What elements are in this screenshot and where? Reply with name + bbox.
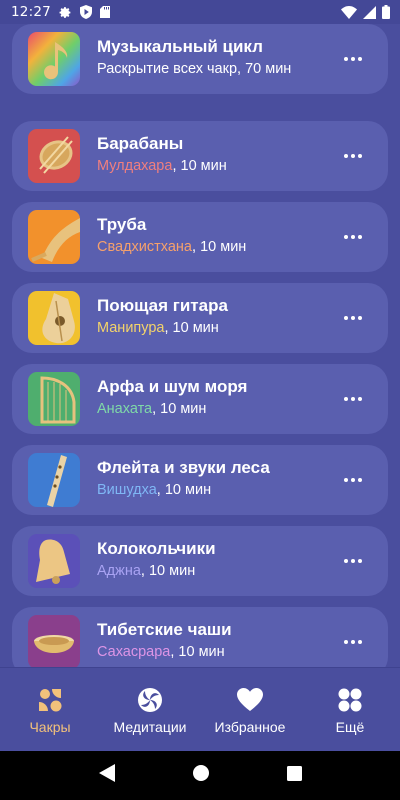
track-chakra: Аджна [97, 563, 141, 579]
more-options-icon[interactable] [340, 469, 366, 491]
bottom-navigation: Чакры Медитации Избранное Ещё [0, 667, 400, 751]
track-card-music-cycle[interactable]: Музыкальный цикл Раскрытие всех чакр, 70… [12, 24, 388, 94]
track-card-bells[interactable]: Колокольчики Аджна, 10 мин [12, 526, 388, 596]
heart-icon [237, 686, 263, 714]
track-chakra: Сахасрара [97, 644, 171, 660]
music-note-icon [28, 32, 80, 86]
track-title: Колокольчики [97, 539, 216, 558]
gear-icon [59, 6, 72, 19]
track-title: Барабаны [97, 134, 184, 153]
more-options-icon[interactable] [340, 145, 366, 167]
trumpet-icon [28, 210, 80, 264]
shield-play-icon [79, 5, 92, 19]
battery-icon [382, 5, 390, 19]
track-duration: , 10 мин [172, 158, 227, 174]
track-subtitle: Аджна, 10 мин [97, 562, 328, 581]
guitar-icon [28, 291, 80, 345]
nav-label: Избранное [214, 719, 286, 735]
more-options-icon[interactable] [340, 307, 366, 329]
track-title: Тибетские чаши [97, 620, 232, 639]
home-icon[interactable] [192, 764, 210, 787]
track-duration: , 10 мин [156, 482, 212, 498]
track-duration: Раскрытие всех чакр, 70 мин [97, 61, 292, 77]
track-chakra: Свадхистхана [97, 239, 193, 255]
flute-icon [28, 453, 80, 507]
nav-tab-favorites[interactable]: Избранное [200, 668, 300, 751]
track-card-tibetan-bowls[interactable]: Тибетские чаши Сахасрара, 10 мин [12, 607, 388, 667]
bell-icon [28, 534, 80, 588]
track-title: Флейта и звуки леса [97, 458, 270, 477]
track-title: Поющая гитара [97, 296, 228, 315]
nav-label: Чакры [29, 719, 71, 735]
sd-card-icon [99, 6, 110, 18]
chakras-icon [37, 686, 63, 714]
nav-label: Ещё [335, 719, 365, 735]
track-duration: , 10 мин [140, 563, 196, 579]
signal-icon [363, 5, 376, 19]
nav-tab-more[interactable]: Ещё [300, 668, 400, 751]
more-options-icon[interactable] [340, 550, 366, 572]
nav-label: Медитации [113, 719, 187, 735]
track-subtitle: Анахата, 10 мин [97, 400, 328, 419]
track-duration: , 10 мин [192, 239, 247, 255]
status-bar: 12:27 [0, 0, 400, 24]
track-subtitle: Мулдахара, 10 мин [97, 157, 328, 176]
track-card-harp[interactable]: Арфа и шум моря Анахата, 10 мин [12, 364, 388, 434]
track-title: Арфа и шум моря [97, 377, 248, 396]
wifi-icon [341, 5, 357, 19]
track-card-drums[interactable]: Барабаны Мулдахара, 10 мин [12, 121, 388, 191]
more-options-icon[interactable] [340, 48, 366, 70]
back-icon[interactable] [98, 764, 115, 787]
nav-tab-chakras[interactable]: Чакры [0, 668, 100, 751]
track-card-flute[interactable]: Флейта и звуки леса Вишудха, 10 мин [12, 445, 388, 515]
recents-icon[interactable] [286, 765, 302, 786]
more-options-icon[interactable] [340, 631, 366, 653]
singing-bowl-icon [28, 615, 80, 667]
drum-icon [28, 129, 80, 183]
track-subtitle: Вишудха, 10 мин [97, 481, 328, 500]
track-title: Музыкальный цикл [97, 37, 263, 56]
meditation-swirl-icon [137, 686, 163, 714]
track-chakra: Мулдахара [97, 158, 173, 174]
track-subtitle: Раскрытие всех чакр, 70 мин [97, 60, 328, 79]
more-grid-icon [337, 686, 363, 714]
track-chakra: Анахата [97, 401, 153, 417]
more-options-icon[interactable] [340, 226, 366, 248]
system-navigation-bar [0, 751, 400, 800]
track-subtitle: Манипура, 10 мин [97, 319, 328, 338]
track-duration: , 10 мин [164, 320, 219, 336]
track-chakra: Манипура [97, 320, 165, 336]
track-duration: , 10 мин [152, 401, 207, 417]
track-subtitle: Сахасрара, 10 мин [97, 643, 328, 662]
track-card-singing-guitar[interactable]: Поющая гитара Манипура, 10 мин [12, 283, 388, 353]
track-duration: , 10 мин [170, 644, 225, 660]
nav-tab-meditations[interactable]: Медитации [100, 668, 200, 751]
track-title: Труба [97, 215, 147, 234]
track-chakra: Вишудха [97, 482, 157, 498]
status-time: 12:27 [11, 4, 51, 20]
more-options-icon[interactable] [340, 388, 366, 410]
track-card-trumpet[interactable]: Труба Свадхистхана, 10 мин [12, 202, 388, 272]
track-subtitle: Свадхистхана, 10 мин [97, 238, 328, 257]
track-list[interactable]: Музыкальный цикл Раскрытие всех чакр, 70… [0, 24, 400, 667]
harp-icon [28, 372, 80, 426]
